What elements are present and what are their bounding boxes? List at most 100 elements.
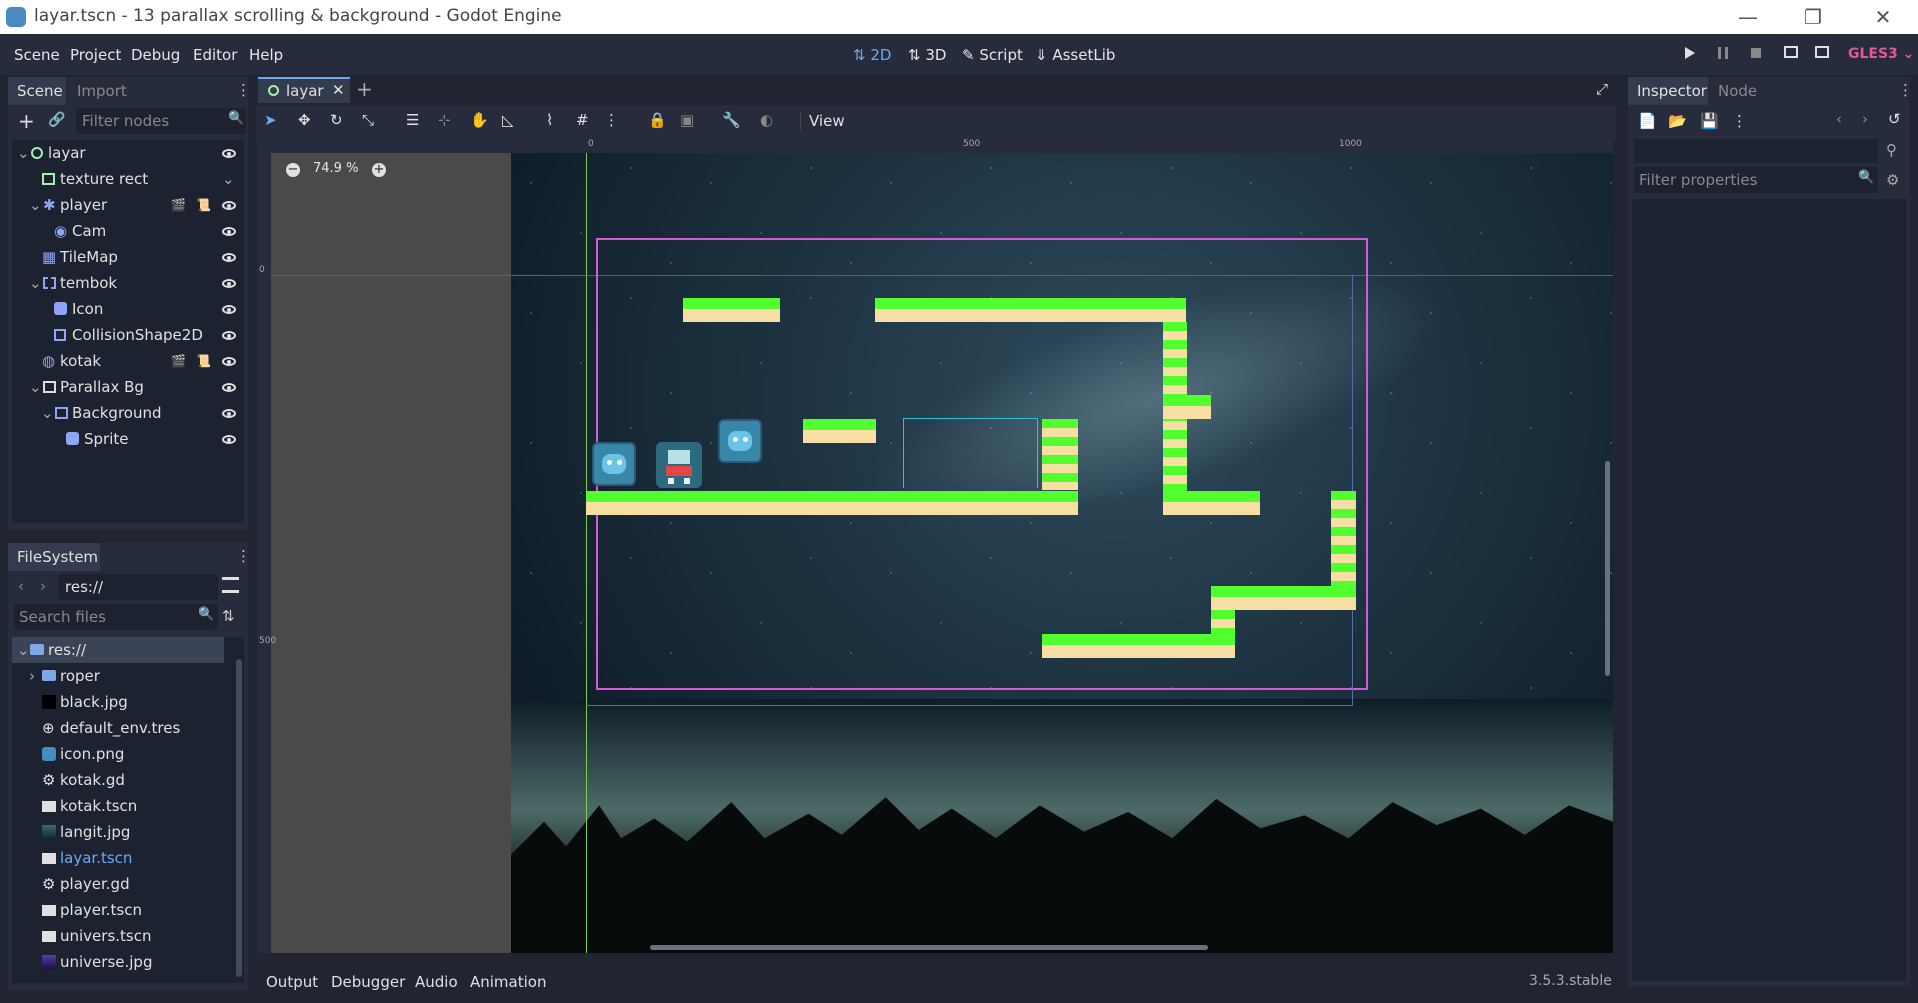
file-tree-scrollbar[interactable] <box>236 659 242 977</box>
smart-snap-icon[interactable]: ⌇ <box>546 111 553 129</box>
menu-help[interactable]: Help <box>249 46 283 64</box>
object-properties-icon[interactable]: ⚲ <box>1886 141 1897 159</box>
tab-animation[interactable]: Animation <box>470 973 546 991</box>
tree-node-tembok[interactable]: ⌄ tembok <box>12 270 244 296</box>
grid-snap-icon[interactable]: # <box>576 111 589 129</box>
object-selector[interactable] <box>1634 139 1878 163</box>
tree-node-cam[interactable]: ◉ Cam <box>12 218 244 244</box>
workspace-2d-button[interactable]: ⇅ 2D <box>853 46 891 64</box>
link-icon[interactable]: 🔗 <box>48 112 65 128</box>
menu-project[interactable]: Project <box>70 46 121 64</box>
tab-scene[interactable]: Scene <box>8 77 66 105</box>
tree-node-layar[interactable]: ⌄ layar <box>12 140 244 166</box>
tab-inspector[interactable]: Inspector <box>1628 77 1708 105</box>
group-icon[interactable]: ▣ <box>680 111 694 129</box>
visibility-hidden-icon[interactable]: ⌄ <box>222 166 235 192</box>
tree-node-tilemap[interactable]: ▦ TileMap <box>12 244 244 270</box>
visibility-eye-icon[interactable] <box>222 149 236 158</box>
script-icon[interactable]: 📜 <box>196 192 211 218</box>
tab-import[interactable]: Import <box>77 82 127 100</box>
history-icon[interactable]: ↺ <box>1888 110 1901 128</box>
canvas-viewport[interactable]: 0 500 1000 0 500 − 74.9 % + <box>257 139 1613 953</box>
new-tab-icon[interactable]: + <box>356 77 373 101</box>
tree-node-background[interactable]: ⌄ Background <box>12 400 244 426</box>
pan-tool-icon[interactable]: ✋ <box>470 111 489 129</box>
stop-icon[interactable] <box>1751 48 1761 58</box>
visibility-eye-icon[interactable] <box>222 331 236 340</box>
forward-icon[interactable]: › <box>40 577 46 595</box>
pause-icon[interactable] <box>1718 47 1728 59</box>
more-options-icon[interactable]: ⋮ <box>1732 112 1747 130</box>
tree-node-collisionshape2d[interactable]: CollisionShape2D <box>12 322 244 348</box>
search-files-input[interactable]: Search files 🔍 <box>14 604 218 630</box>
visibility-eye-icon[interactable] <box>222 227 236 236</box>
sort-icon[interactable]: ⇅ <box>222 607 235 625</box>
zoom-level[interactable]: 74.9 % <box>313 161 358 176</box>
dock-menu-icon[interactable]: ⋮ <box>236 81 251 99</box>
tree-node-icon[interactable]: Icon <box>12 296 244 322</box>
tree-node-player[interactable]: ⌄ ✱ player 🎬 📜 <box>12 192 244 218</box>
visibility-eye-icon[interactable] <box>222 409 236 418</box>
skeleton-icon[interactable]: 🔧 <box>722 111 741 129</box>
camera-override-icon[interactable]: ◐ <box>760 111 773 129</box>
view-menu[interactable]: View <box>800 112 845 130</box>
file-item-res[interactable]: ⌄ res:// <box>12 637 224 663</box>
visibility-eye-icon[interactable] <box>222 383 236 392</box>
filter-properties-input[interactable]: Filter properties 🔍 <box>1634 167 1878 193</box>
file-item-roper[interactable]: › roper <box>12 663 224 689</box>
play-scene-icon[interactable] <box>1784 46 1798 58</box>
back-icon[interactable]: ‹ <box>18 577 24 595</box>
dock-menu-icon[interactable]: ⋮ <box>236 547 251 565</box>
tree-node-kotak[interactable]: ◍ kotak 🎬 📜 <box>12 348 244 374</box>
close-icon[interactable]: ✕ <box>1855 2 1911 32</box>
open-scene-icon[interactable]: 🎬 <box>171 348 186 374</box>
visibility-eye-icon[interactable] <box>222 279 236 288</box>
tree-node-sprite[interactable]: Sprite <box>12 426 244 452</box>
script-icon[interactable]: 📜 <box>196 348 211 374</box>
history-back-icon[interactable]: ‹ <box>1836 110 1842 128</box>
save-resource-icon[interactable]: 💾 <box>1700 112 1719 130</box>
select-tool-icon[interactable]: ➤ <box>264 111 277 129</box>
lock-icon[interactable]: 🔒 <box>648 111 667 129</box>
file-item-universe-jpg[interactable]: universe.jpg <box>12 949 224 975</box>
minimize-icon[interactable]: — <box>1720 2 1776 32</box>
play-custom-scene-icon[interactable] <box>1815 46 1829 58</box>
zoom-out-icon[interactable]: − <box>286 163 300 177</box>
tab-layar[interactable]: layar ✕ <box>258 77 350 103</box>
menu-scene[interactable]: Scene <box>14 46 60 64</box>
dock-menu-icon[interactable]: ⋮ <box>1898 81 1913 99</box>
menu-editor[interactable]: Editor <box>193 46 237 64</box>
open-scene-icon[interactable]: 🎬 <box>171 192 186 218</box>
ruler-tool-icon[interactable]: ◺ <box>502 111 514 129</box>
filter-nodes-input[interactable]: Filter nodes 🔍 <box>76 108 246 134</box>
horizontal-scrollbar[interactable] <box>650 945 1208 950</box>
file-item-layar-tscn[interactable]: layar.tscn <box>12 845 224 871</box>
tree-node-parallax-bg[interactable]: ⌄ Parallax Bg <box>12 374 244 400</box>
workspace-assetlib-button[interactable]: ⇓ AssetLib <box>1035 46 1115 64</box>
tab-debugger[interactable]: Debugger <box>331 973 405 991</box>
file-item-kotak-tscn[interactable]: kotak.tscn <box>12 793 224 819</box>
restore-icon[interactable]: ❐ <box>1785 2 1841 32</box>
list-select-icon[interactable]: ☰ <box>406 111 419 129</box>
tab-output[interactable]: Output <box>266 973 318 991</box>
zoom-in-icon[interactable]: + <box>372 163 386 177</box>
file-item-player-tscn[interactable]: player.tscn <box>12 897 224 923</box>
close-tab-icon[interactable]: ✕ <box>332 81 345 99</box>
visibility-eye-icon[interactable] <box>222 357 236 366</box>
snap-options-icon[interactable]: ⋮ <box>604 111 619 129</box>
vertical-scrollbar[interactable] <box>1605 461 1610 676</box>
new-resource-icon[interactable]: 📄 <box>1638 112 1657 130</box>
open-resource-icon[interactable]: 📂 <box>1668 112 1687 130</box>
move-tool-icon[interactable]: ✥ <box>298 111 311 129</box>
visibility-eye-icon[interactable] <box>222 435 236 444</box>
distraction-free-icon[interactable]: ⤢ <box>1596 80 1608 98</box>
player-sprite[interactable] <box>656 442 702 488</box>
menu-debug[interactable]: Debug <box>131 46 180 64</box>
kotak-sprite[interactable] <box>718 419 762 463</box>
path-field[interactable]: res:// <box>58 574 218 600</box>
visibility-eye-icon[interactable] <box>222 305 236 314</box>
tree-node-texture-rect[interactable]: texture rect ⌄ <box>12 166 244 192</box>
renderer-select[interactable]: GLES3 ⌄ <box>1848 46 1914 62</box>
split-view-icon[interactable] <box>222 577 239 593</box>
pivot-tool-icon[interactable]: ⊹ <box>438 111 451 129</box>
